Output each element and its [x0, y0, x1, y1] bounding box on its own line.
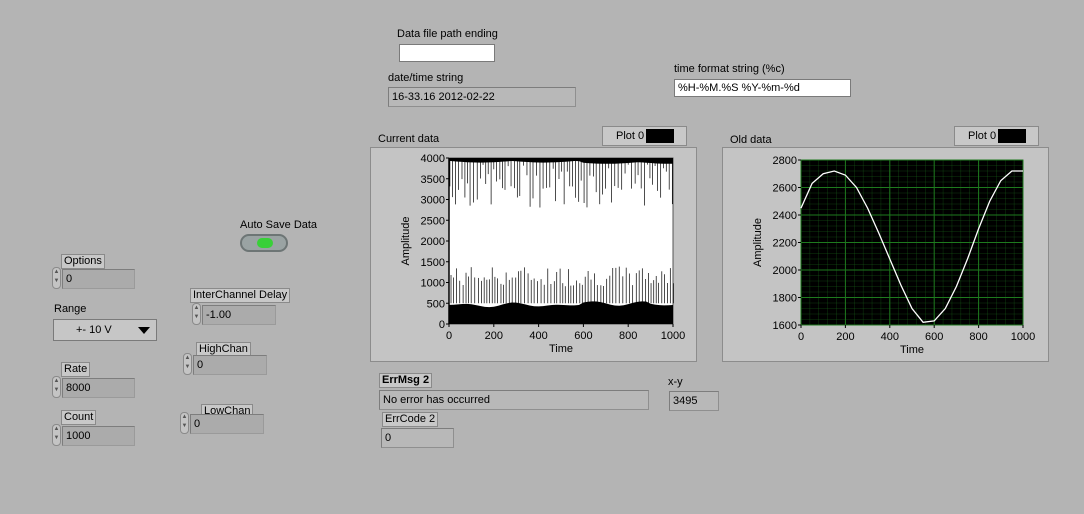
x-tick-label: 800	[619, 330, 637, 342]
time-format-input[interactable]: %H-%M.%S %Y-%m-%d	[674, 79, 851, 97]
count-label: Count	[61, 410, 97, 425]
y-tick-label: 1000	[421, 278, 445, 290]
auto-save-label: Auto Save Data	[240, 219, 318, 231]
highchan-input[interactable]: 0	[193, 355, 267, 375]
x-tick-label: 800	[969, 331, 987, 343]
lowchan-spinner[interactable]: ▲ ▼	[180, 412, 189, 434]
options-spinner[interactable]: ▲ ▼	[52, 267, 61, 289]
x-tick-label: 400	[881, 331, 899, 343]
current-plot-legend[interactable]: Plot 0	[602, 126, 687, 146]
legend-label: Plot 0	[968, 130, 997, 142]
y-tick-label: 1500	[421, 257, 445, 269]
old-data-chart: 0 200 400 600 800 1000 1600 1800 2000 2200 2400 260…	[752, 155, 1035, 356]
range-label: Range	[54, 303, 87, 315]
y-tick-label: 2200	[773, 238, 797, 250]
y-tick-label: 2600	[773, 183, 797, 195]
x-tick-label: 1000	[661, 330, 685, 342]
y-tick-label: 2000	[773, 265, 797, 277]
x-tick-label: 0	[446, 330, 452, 342]
y-tick-label: 3500	[421, 174, 445, 186]
x-tick-label: 200	[485, 330, 503, 342]
x-tick-label: 200	[836, 331, 854, 343]
datetime-display: 16-33.16 2012-02-22	[388, 87, 576, 107]
rate-label: Rate	[61, 362, 91, 377]
legend-label: Plot 0	[616, 130, 645, 142]
errmsg-display: No error has occurred	[379, 390, 649, 410]
y-axis-label: Amplitude	[752, 218, 764, 267]
current-chart-panel: 0 200 400 600 800 1000 0 500 1000 1500 2000 2500 300…	[370, 147, 697, 362]
y-tick-label: 4000	[421, 153, 445, 165]
errcode-display: 0	[381, 428, 454, 448]
y-tick-label: 1600	[773, 320, 797, 332]
rate-spinner[interactable]: ▲ ▼	[52, 376, 61, 398]
x-tick-label: 1000	[1011, 331, 1035, 343]
errcode-label: ErrCode 2	[382, 412, 439, 427]
count-input[interactable]: 1000	[62, 426, 135, 446]
lowchan-input[interactable]: 0	[190, 414, 264, 434]
old-plot-legend[interactable]: Plot 0	[954, 126, 1039, 146]
data-file-label: Data file path ending	[397, 28, 498, 40]
plot-style-icon	[998, 129, 1026, 143]
old-chart-title: Old data	[730, 134, 772, 146]
y-tick-label: 2800	[773, 155, 797, 167]
errmsg-label: ErrMsg 2	[379, 373, 433, 388]
data-file-input[interactable]	[399, 44, 495, 62]
interchannel-delay-spinner[interactable]: ▲ ▼	[192, 303, 201, 325]
plot-style-icon	[646, 129, 674, 143]
options-input[interactable]: 0	[62, 269, 135, 289]
range-value: +- 10 V	[76, 324, 112, 336]
y-tick-label: 2500	[421, 215, 445, 227]
xy-display: 3495	[669, 391, 719, 411]
options-label: Options	[61, 254, 105, 269]
chevron-down-icon	[138, 327, 150, 334]
x-tick-label: 400	[529, 330, 547, 342]
auto-save-button[interactable]	[240, 234, 288, 252]
old-chart-panel: 0 200 400 600 800 1000 1600 1800 2000 2200 2400 260…	[722, 147, 1049, 362]
y-axis-label: Amplitude	[400, 217, 412, 266]
x-axis-label: Time	[549, 343, 573, 355]
y-tick-label: 1800	[773, 293, 797, 305]
time-format-label: time format string (%c)	[674, 63, 785, 75]
rate-input[interactable]: 8000	[62, 378, 135, 398]
xy-label: x-y	[668, 376, 683, 388]
y-tick-label: 2000	[421, 236, 445, 248]
count-spinner[interactable]: ▲ ▼	[52, 424, 61, 446]
y-tick-label: 500	[427, 298, 445, 310]
y-tick-label: 2400	[773, 210, 797, 222]
interchannel-delay-input[interactable]: -1.00	[202, 305, 276, 325]
highchan-spinner[interactable]: ▲ ▼	[183, 353, 192, 375]
y-tick-label: 3000	[421, 195, 445, 207]
x-tick-label: 600	[925, 331, 943, 343]
current-data-chart: 0 200 400 600 800 1000 0 500 1000 1500 2000 2500 300…	[400, 153, 685, 355]
x-tick-label: 600	[574, 330, 592, 342]
current-chart-title: Current data	[378, 133, 440, 145]
interchannel-delay-label: InterChannel Delay	[190, 288, 291, 303]
range-select[interactable]: +- 10 V	[53, 319, 157, 341]
x-tick-label: 0	[798, 331, 804, 343]
x-axis-label: Time	[900, 344, 924, 356]
led-indicator	[257, 238, 273, 248]
y-tick-label: 0	[439, 319, 445, 331]
datetime-label: date/time string	[388, 72, 464, 84]
